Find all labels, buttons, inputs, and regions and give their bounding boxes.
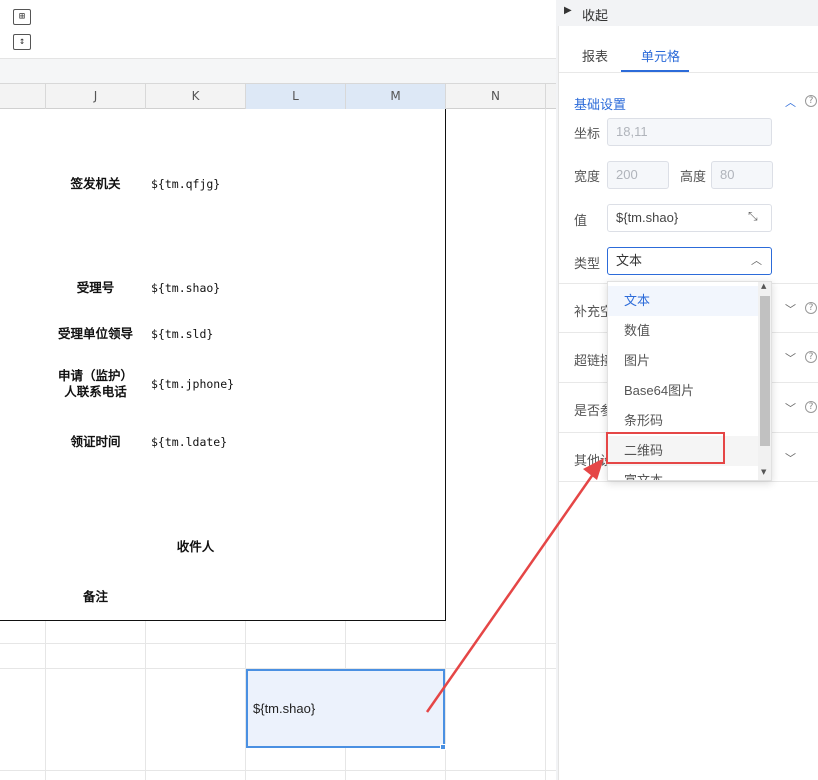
annotation-arrow (425, 458, 604, 713)
annotation-arrow-head (583, 458, 604, 480)
annotation-arrow-line (425, 469, 598, 713)
